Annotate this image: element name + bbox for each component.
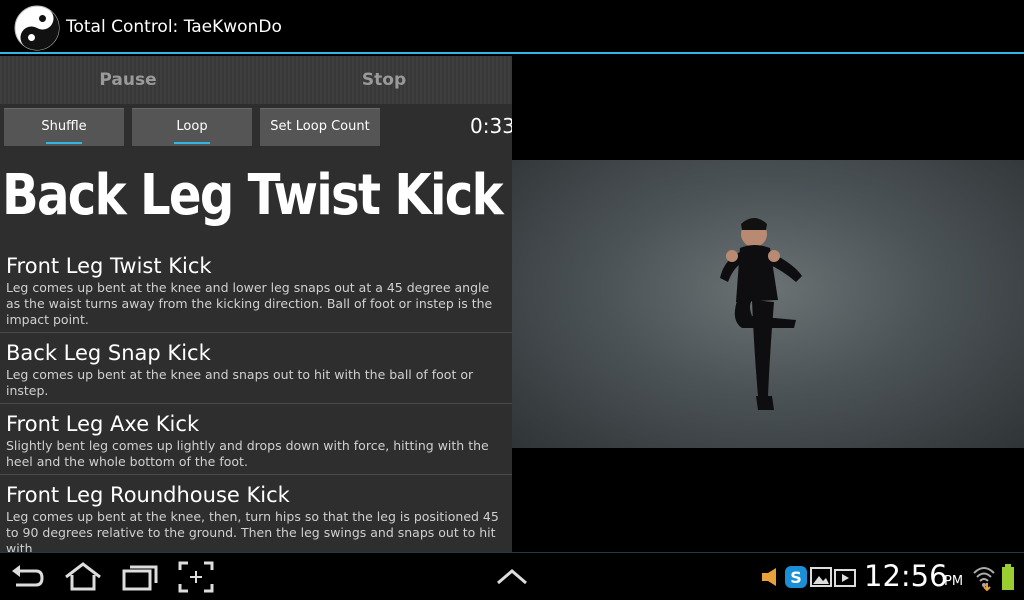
martial-artist-figure (720, 218, 802, 410)
kick-list-item[interactable]: Back Leg Snap Kick Leg comes up bent at … (0, 333, 512, 404)
media-notification-icon[interactable] (760, 567, 782, 587)
elapsed-timer: 0:33 (470, 114, 512, 138)
screenshot-icon[interactable] (178, 561, 214, 593)
status-ampm: PM (944, 574, 964, 589)
set-loop-count-button[interactable]: Set Loop Count (260, 108, 380, 146)
shuffle-indicator (46, 142, 82, 144)
loop-toggle[interactable]: Loop (132, 108, 252, 146)
pause-button[interactable]: Pause (0, 56, 256, 104)
left-panel: Pause Stop Shuffle Loop Set Loop Count 0… (0, 56, 512, 552)
skype-notification-icon[interactable]: S (784, 565, 808, 589)
video-player[interactable] (512, 160, 1024, 448)
kick-list: Front Leg Twist Kick Leg comes up bent a… (0, 246, 512, 552)
kick-title: Front Leg Twist Kick (6, 254, 212, 278)
kick-list-item[interactable]: Front Leg Roundhouse Kick Leg comes up b… (0, 475, 512, 552)
wifi-icon (973, 567, 995, 591)
shuffle-label: Shuffle (41, 119, 87, 134)
stop-button[interactable]: Stop (256, 56, 512, 104)
recent-apps-icon[interactable] (120, 561, 160, 593)
kick-title: Front Leg Roundhouse Kick (6, 483, 290, 507)
kick-title: Back Leg Snap Kick (6, 341, 211, 365)
battery-icon (1002, 564, 1014, 590)
toggle-row: Shuffle Loop Set Loop Count (0, 104, 512, 154)
back-icon[interactable] (8, 561, 46, 593)
loop-label: Loop (176, 119, 208, 134)
yin-yang-app-icon[interactable] (13, 4, 61, 52)
kick-list-item[interactable]: Front Leg Axe Kick Slightly bent leg com… (0, 404, 512, 475)
kick-description: Leg comes up bent at the knee and snaps … (6, 367, 474, 398)
app-title: Total Control: TaeKwonDo (66, 17, 282, 37)
playback-controls: Pause Stop (0, 56, 512, 104)
video-area (512, 56, 1024, 552)
image-notification-icon[interactable] (810, 567, 832, 587)
system-nav-bar: S 12:56 PM (0, 552, 1024, 600)
shuffle-toggle[interactable]: Shuffle (4, 108, 124, 146)
svg-text:S: S (790, 568, 802, 587)
kick-title: Front Leg Axe Kick (6, 412, 200, 436)
kick-description: Slightly bent leg comes up lightly and d… (6, 438, 489, 469)
status-clock: 12:56 (864, 559, 948, 593)
chevron-up-icon[interactable] (496, 567, 528, 587)
kick-description: Leg comes up bent at the knee, then, tur… (6, 509, 499, 552)
kick-list-item[interactable]: Front Leg Twist Kick Leg comes up bent a… (0, 246, 512, 333)
loop-indicator (174, 142, 210, 144)
home-icon[interactable] (62, 561, 104, 593)
current-kick-title: Back Leg Twist Kick (2, 163, 504, 228)
play-notification-icon[interactable] (834, 567, 856, 587)
set-loop-count-label: Set Loop Count (270, 119, 370, 134)
kick-description: Leg comes up bent at the knee and lower … (6, 280, 493, 327)
action-bar: Total Control: TaeKwonDo (0, 0, 1024, 54)
